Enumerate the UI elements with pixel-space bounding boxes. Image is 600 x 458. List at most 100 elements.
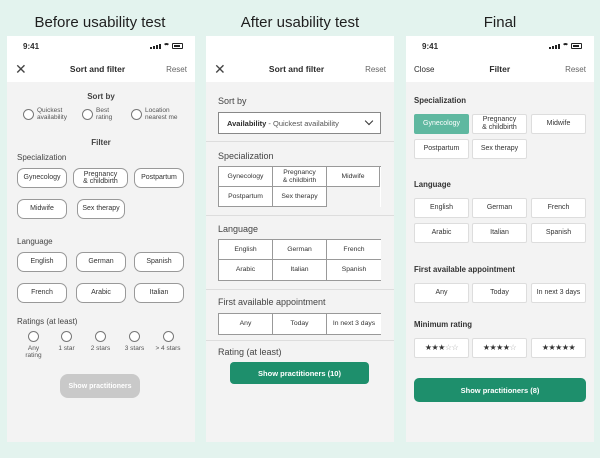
phone-before: 9:41 ✕ Sort and filter Reset Sort by Qui…	[7, 36, 195, 442]
chip-pregnancy[interactable]: Pregnancy & childbirth	[73, 168, 128, 188]
close-button[interactable]: Close	[414, 65, 434, 74]
close-icon[interactable]: ✕	[214, 62, 228, 76]
specialization-heading: Specialization	[218, 151, 274, 161]
reset-button[interactable]: Reset	[565, 65, 586, 74]
chip-german[interactable]: German	[76, 252, 126, 272]
radio-3-stars[interactable]	[129, 331, 140, 342]
tile-pregnancy[interactable]: Pregnancy & childbirth	[472, 114, 527, 134]
language-heading: Language	[414, 180, 451, 189]
filter-heading: Filter	[91, 138, 111, 147]
tile-italian[interactable]: Italian	[472, 223, 527, 243]
chip-english[interactable]: English	[17, 252, 67, 272]
chip-gynecology[interactable]: Gynecology	[17, 168, 67, 188]
status-bar: 9:41	[7, 36, 195, 56]
reset-button[interactable]: Reset	[365, 65, 386, 74]
tile-german[interactable]: German	[472, 198, 527, 218]
star-icons: ★★★★★	[541, 342, 576, 352]
cell-italian[interactable]: Italian	[273, 260, 327, 280]
filter-body: Specialization Gynecology Pregnancy & ch…	[406, 82, 594, 442]
header: ✕ Sort and filter Reset	[7, 56, 195, 82]
specialization-heading: Specialization	[414, 96, 466, 105]
cell-spanish[interactable]: Spanish	[327, 260, 381, 280]
divider	[206, 340, 394, 341]
cell-german[interactable]: German	[273, 240, 327, 260]
battery-icon	[571, 43, 582, 49]
tile-french[interactable]: French	[531, 198, 586, 218]
chip-spanish[interactable]: Spanish	[134, 252, 184, 272]
tile-any[interactable]: Any	[414, 283, 469, 303]
divider	[206, 215, 394, 216]
cell-gynecology[interactable]: Gynecology	[219, 167, 273, 187]
tile-today[interactable]: Today	[472, 283, 527, 303]
radio-location[interactable]	[131, 109, 142, 120]
cell-today[interactable]: Today	[273, 314, 327, 334]
rating-heading: Rating (at least)	[218, 347, 282, 357]
cell-french[interactable]: French	[327, 240, 381, 260]
radio-1-star[interactable]	[61, 331, 72, 342]
cell-arabic[interactable]: Arabic	[219, 260, 273, 280]
show-practitioners-button[interactable]: Show practitioners (10)	[230, 362, 369, 384]
phone-final: 9:41 Close Filter Reset Specialization G…	[406, 36, 594, 442]
tile-english[interactable]: English	[414, 198, 469, 218]
page-title: Filter	[489, 64, 511, 74]
show-practitioners-button[interactable]: Show practitioners	[60, 374, 140, 398]
show-practitioners-button[interactable]: Show practitioners (8)	[414, 378, 586, 402]
appointment-grid: Any Today In next 3 days	[218, 313, 381, 335]
tile-arabic[interactable]: Arabic	[414, 223, 469, 243]
chip-italian[interactable]: Italian	[134, 283, 184, 303]
tile-5-stars[interactable]: ★★★★★	[531, 338, 586, 358]
radio-label-2-stars: 2 stars	[90, 345, 111, 352]
sort-by-heading: Sort by	[87, 92, 115, 101]
sort-select[interactable]: Availability - Quickest availability	[218, 112, 381, 134]
status-bar: 9:41	[406, 36, 594, 56]
wifi-icon	[562, 43, 569, 49]
tile-gynecology[interactable]: Gynecology	[414, 114, 469, 134]
final-title: Final	[483, 14, 517, 31]
cell-postpartum[interactable]: Postpartum	[219, 187, 273, 207]
star-icons: ★★★★☆	[482, 342, 517, 352]
chip-arabic[interactable]: Arabic	[76, 283, 126, 303]
radio-quickest[interactable]	[23, 109, 34, 120]
radio-4-stars[interactable]	[163, 331, 174, 342]
before-title: Before usability test	[34, 14, 166, 31]
ratings-heading: Ratings (at least)	[17, 317, 78, 326]
radio-label-1-star: 1 star	[58, 345, 75, 352]
tile-midwife[interactable]: Midwife	[531, 114, 586, 134]
language-heading: Language	[17, 237, 53, 246]
chip-french[interactable]: French	[17, 283, 67, 303]
reset-button[interactable]: Reset	[166, 65, 187, 74]
tile-postpartum[interactable]: Postpartum	[414, 139, 469, 159]
tile-next-3-days[interactable]: In next 3 days	[531, 283, 586, 303]
radio-label-4-stars: > 4 stars	[155, 345, 181, 352]
status-icons	[549, 43, 582, 49]
signal-icon	[150, 44, 161, 49]
status-icons	[150, 43, 183, 49]
cell-midwife[interactable]: Midwife	[327, 167, 380, 187]
divider	[206, 141, 394, 142]
cell-next-3-days[interactable]: In next 3 days	[327, 314, 381, 334]
close-icon[interactable]: ✕	[15, 62, 29, 76]
cell-pregnancy[interactable]: Pregnancy & childbirth	[273, 167, 327, 187]
page-title: Sort and filter	[268, 64, 325, 74]
filter-body: Sort by Quickest availability Best ratin…	[7, 82, 195, 442]
cell-english[interactable]: English	[219, 240, 273, 260]
signal-icon	[549, 44, 560, 49]
filter-body: Sort by Availability - Quickest availabi…	[206, 82, 394, 442]
cell-any[interactable]: Any	[219, 314, 273, 334]
chip-midwife[interactable]: Midwife	[17, 199, 67, 219]
header: ✕ Sort and filter Reset	[206, 56, 394, 82]
chip-sex-therapy[interactable]: Sex therapy	[77, 199, 125, 219]
tile-4-stars[interactable]: ★★★★☆	[472, 338, 527, 358]
tile-sex-therapy[interactable]: Sex therapy	[472, 139, 527, 159]
radio-best-rating[interactable]	[82, 109, 93, 120]
radio-2-stars[interactable]	[95, 331, 106, 342]
radio-any-rating[interactable]	[28, 331, 39, 342]
select-value-bold: Availability	[227, 118, 267, 128]
page-title: Sort and filter	[69, 64, 126, 74]
tile-spanish[interactable]: Spanish	[531, 223, 586, 243]
radio-label-quickest: Quickest availability	[37, 107, 67, 122]
cell-sex-therapy[interactable]: Sex therapy	[273, 187, 327, 207]
status-time: 9:41	[422, 41, 439, 51]
chip-postpartum[interactable]: Postpartum	[134, 168, 184, 188]
tile-3-stars[interactable]: ★★★☆☆	[414, 338, 469, 358]
